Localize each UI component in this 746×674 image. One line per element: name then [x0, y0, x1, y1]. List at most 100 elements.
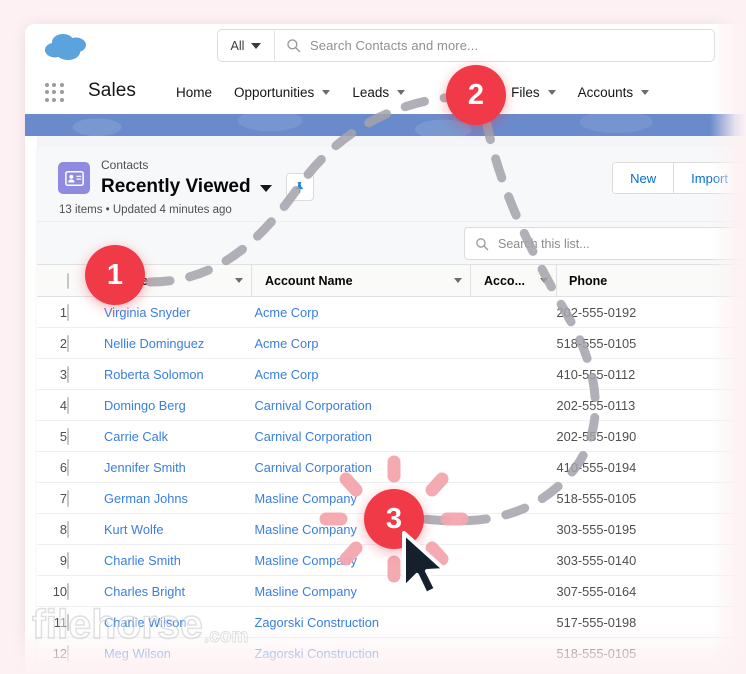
nav-item-label: Home [176, 84, 213, 100]
chevron-down-icon[interactable] [641, 89, 650, 95]
account-name-link[interactable]: Masline Company [252, 584, 357, 599]
account-name-link[interactable]: Acme Corp [252, 305, 319, 320]
import-button[interactable]: Import [674, 163, 745, 193]
chevron-down-icon[interactable] [397, 89, 406, 95]
account-name-link[interactable]: Acme Corp [252, 367, 319, 382]
row-select-cell[interactable] [67, 482, 101, 514]
contact-name-link[interactable]: Nellie Dominguez [101, 336, 204, 351]
nav-item-contacts-hidden[interactable] [416, 70, 500, 114]
row-checkbox[interactable] [67, 582, 69, 600]
global-search-input[interactable]: Search Contacts and more... [310, 38, 478, 53]
row-checkbox[interactable] [67, 303, 69, 321]
nav-item-files[interactable]: Files [500, 70, 567, 114]
chevron-down-icon[interactable] [322, 89, 331, 95]
chevron-down-icon[interactable] [235, 278, 243, 283]
nav-item-leads[interactable]: Leads [341, 70, 416, 114]
list-view-card: Contacts Recently Viewed 13 items • Upda [37, 146, 746, 674]
table-row[interactable]: 12 Meg Wilson Zagorski Construction 518-555… [37, 637, 746, 669]
table-row[interactable]: 6 Jennifer Smith Carnival Corporation 410-5… [37, 451, 746, 483]
row-select-cell[interactable] [67, 327, 101, 359]
table-row[interactable]: 7 German Johns Masline Company 518-555-0105 [37, 482, 746, 514]
account-name-link[interactable]: Zagorski Construction [252, 646, 379, 661]
column-header-phone[interactable]: Phone [556, 264, 746, 297]
row-select-cell[interactable] [67, 637, 101, 669]
contact-name-link[interactable]: Charlie Smith [101, 553, 181, 568]
nav-item-accounts[interactable]: Accounts [567, 70, 661, 114]
row-checkbox[interactable] [67, 396, 69, 414]
contact-name-link[interactable]: Charlie Wilson [101, 615, 187, 630]
row-checkbox[interactable] [67, 365, 69, 383]
row-checkbox[interactable] [67, 551, 69, 569]
chevron-down-icon[interactable] [547, 89, 556, 95]
account-name-link[interactable]: Zagorski Construction [252, 615, 379, 630]
list-search-input[interactable]: Search this list... [498, 237, 590, 251]
search-scope-select[interactable]: All [218, 31, 275, 60]
table-row[interactable]: 4 Domingo Berg Carnival Corporation 202-555… [37, 389, 746, 421]
row-checkbox[interactable] [67, 334, 69, 352]
table-row[interactable]: 10 Charles Bright Masline Company 307-555-0… [37, 575, 746, 607]
account-name-link[interactable]: Masline Company [252, 522, 357, 537]
cell-account-site [470, 606, 557, 638]
contact-name-link[interactable]: Roberta Solomon [101, 367, 204, 382]
chevron-down-icon[interactable] [481, 89, 490, 95]
table-row[interactable]: 8 Kurt Wolfe Masline Company 303-555-0195 [37, 513, 746, 545]
account-name-link[interactable]: Acme Corp [252, 336, 319, 351]
table-row[interactable]: 11 Charlie Wilson Zagorski Construction 517… [37, 606, 746, 638]
cell-account-name: Carnival Corporation [251, 451, 471, 483]
contact-name-link[interactable]: Carrie Calk [101, 429, 168, 444]
row-checkbox[interactable] [67, 644, 69, 662]
column-header-account-site[interactable]: Acco... [470, 264, 557, 297]
contact-name-link[interactable]: Jennifer Smith [101, 460, 186, 475]
account-name-link[interactable]: Masline Company [252, 491, 357, 506]
contact-name-link[interactable]: Kurt Wolfe [101, 522, 164, 537]
contact-name-link[interactable]: Meg Wilson [101, 646, 171, 661]
chevron-down-icon[interactable] [540, 278, 548, 283]
row-select-cell[interactable] [67, 606, 101, 638]
nav-item-opportunities[interactable]: Opportunities [223, 70, 341, 114]
row-select-cell[interactable] [67, 513, 101, 545]
chevron-down-icon[interactable] [454, 278, 462, 283]
contact-name-link[interactable]: Charles Bright [101, 584, 185, 599]
row-select-cell[interactable] [67, 296, 101, 328]
global-search-box[interactable]: All Search Contacts and more... [217, 29, 715, 62]
list-search-box[interactable]: Search this list... [464, 227, 746, 260]
caret-down-icon[interactable] [259, 185, 272, 192]
column-header-name[interactable]: Name [101, 264, 252, 297]
pin-icon[interactable] [285, 173, 314, 201]
cell-name: Roberta Solomon [101, 358, 252, 390]
account-name-link[interactable]: Masline Company [252, 553, 357, 568]
row-select-cell[interactable] [67, 358, 101, 390]
row-checkbox[interactable] [67, 458, 69, 476]
table-row[interactable]: 9 Charlie Smith Masline Company 303-555-014… [37, 544, 746, 576]
cell-phone: 518-555-0105 [556, 482, 746, 514]
nav-item-label: Accounts [577, 84, 634, 100]
table-row[interactable]: 3 Roberta Solomon Acme Corp 410-555-0112 [37, 358, 746, 390]
row-checkbox[interactable] [67, 489, 69, 507]
table-row[interactable]: 1 Virginia Snyder Acme Corp 202-555-0192 [37, 296, 746, 328]
row-number: 13 [37, 668, 67, 674]
account-name-link[interactable]: Carnival Corporation [252, 398, 372, 413]
row-select-cell[interactable] [67, 575, 101, 607]
table-row[interactable]: 2 Nellie Dominguez Acme Corp 518-555-0105 [37, 327, 746, 359]
row-select-cell[interactable] [67, 420, 101, 452]
contact-name-link[interactable]: Virginia Snyder [101, 305, 191, 320]
table-row[interactable]: 5 Carrie Calk Carnival Corporation 202-555-… [37, 420, 746, 452]
salesforce-cloud-icon[interactable] [41, 30, 97, 64]
account-name-link[interactable]: Carnival Corporation [252, 429, 372, 444]
account-name-link[interactable]: Carnival Corporation [252, 460, 372, 475]
row-checkbox[interactable] [67, 613, 69, 631]
contact-name-link[interactable]: German Johns [101, 491, 188, 506]
row-checkbox[interactable] [67, 520, 69, 538]
row-select-cell[interactable] [67, 451, 101, 483]
select-all-checkbox[interactable] [67, 272, 69, 289]
table-row[interactable]: 13 Mary SmithZagorski Construction 307-555… [37, 668, 746, 674]
app-launcher-waffle-icon[interactable] [45, 83, 64, 102]
new-button[interactable]: New [613, 163, 675, 193]
contact-name-link[interactable]: Domingo Berg [101, 398, 186, 413]
nav-item-home[interactable]: Home [165, 70, 223, 114]
row-select-cell[interactable] [67, 544, 101, 576]
row-checkbox[interactable] [67, 427, 69, 445]
column-header-account-name[interactable]: Account Name [251, 264, 471, 297]
row-select-cell[interactable] [67, 389, 101, 421]
row-select-cell[interactable] [67, 668, 101, 674]
